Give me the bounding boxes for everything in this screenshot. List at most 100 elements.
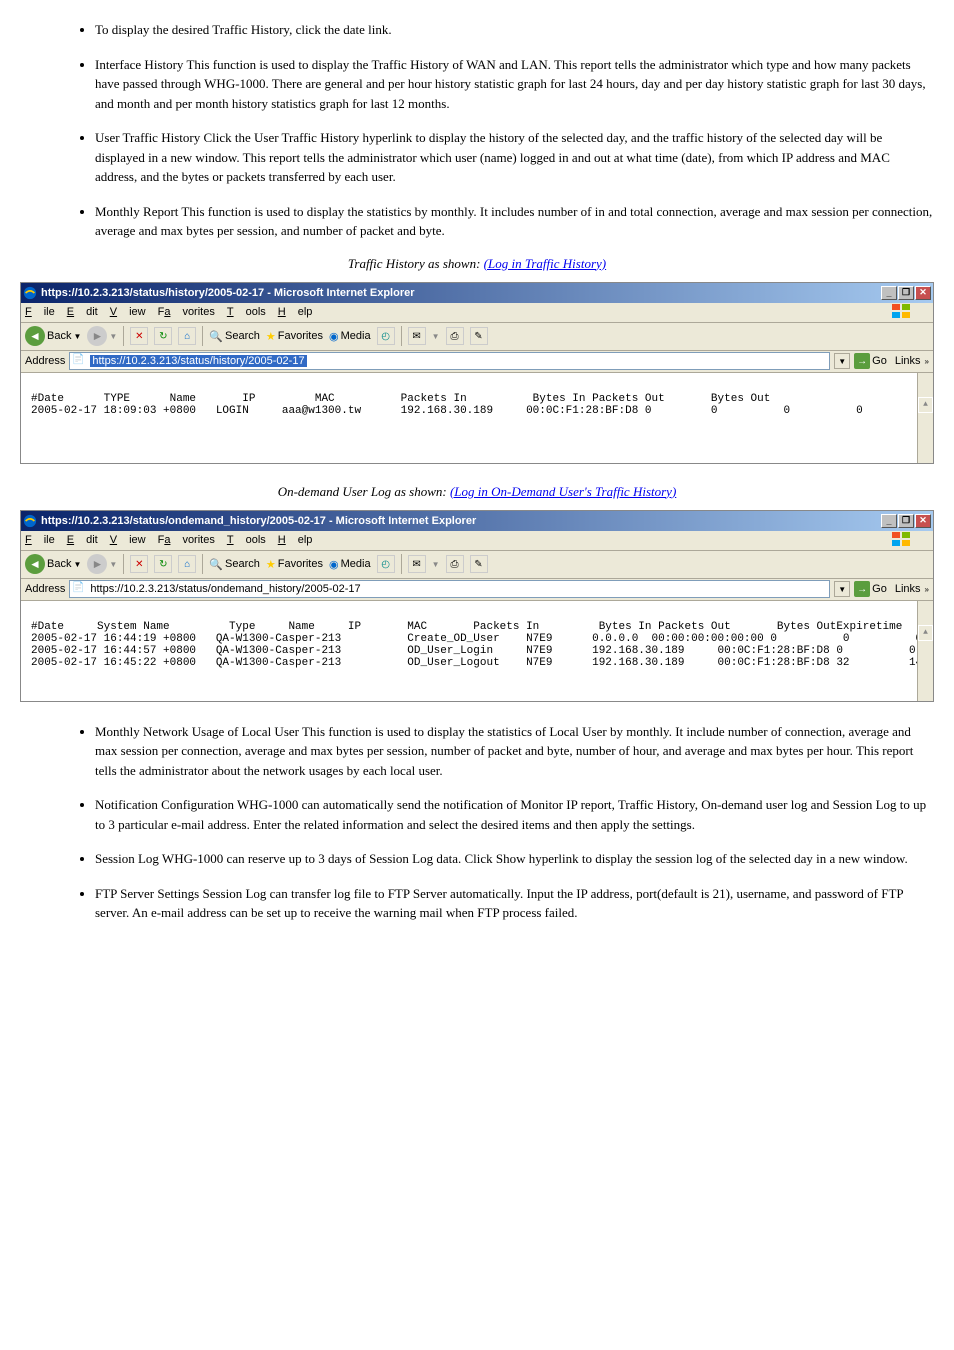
menu-tools[interactable]: Tools — [227, 306, 266, 318]
menu-file[interactable]: File — [25, 306, 55, 318]
menu-tools[interactable]: Tools — [227, 534, 266, 546]
back-button[interactable]: ◄ Back ▼ — [25, 326, 81, 346]
address-label: Address — [25, 583, 65, 595]
menubar: File Edit View Favorites Tools Help — [21, 531, 933, 551]
history-button[interactable]: ◴ — [377, 327, 395, 345]
bullet-item: Monthly Network Usage of Local User This… — [95, 722, 934, 781]
search-label: Search — [225, 330, 260, 342]
print-button[interactable]: ⎙ — [446, 327, 464, 345]
go-label: Go — [872, 355, 887, 367]
address-label: Address — [25, 355, 65, 367]
address-text: https://10.2.3.213/status/ondemand_histo… — [90, 583, 360, 595]
caption-label: Traffic History as shown: — [348, 256, 481, 271]
stop-button[interactable]: ✕ — [130, 555, 148, 573]
search-icon: 🔍 — [209, 558, 223, 571]
chevron-right-icon: » — [925, 585, 929, 594]
scrollbar[interactable]: ▲ — [917, 373, 933, 463]
separator — [401, 326, 402, 346]
address-input[interactable]: 📄 https://10.2.3.213/status/history/2005… — [69, 352, 830, 370]
windows-logo-icon — [887, 304, 917, 320]
ie-icon — [23, 286, 37, 300]
address-dropdown[interactable]: ▼ — [834, 581, 850, 597]
toolbar: ◄ Back ▼ ► ▼ ✕ ↻ ⌂ 🔍 Search ★ Favorites … — [21, 323, 933, 351]
scroll-up-icon: ▲ — [918, 625, 933, 641]
table-header: #Date TYPE Name IP MAC Packets In Bytes … — [31, 393, 770, 405]
search-button[interactable]: 🔍 Search — [209, 558, 260, 571]
menu-help[interactable]: Help — [278, 534, 313, 546]
mail-button[interactable]: ✉ — [408, 327, 426, 345]
links-button[interactable]: Links — [895, 355, 921, 367]
minimize-button[interactable]: _ — [881, 286, 897, 300]
minimize-button[interactable]: _ — [881, 514, 897, 528]
chevron-down-icon: ▼ — [109, 332, 117, 341]
mail-button[interactable]: ✉ — [408, 555, 426, 573]
search-button[interactable]: 🔍 Search — [209, 330, 260, 343]
home-button[interactable]: ⌂ — [178, 555, 196, 573]
favorites-button[interactable]: ★ Favorites — [266, 558, 323, 571]
titlebar: https://10.2.3.213/status/history/2005-0… — [21, 283, 933, 303]
favorites-button[interactable]: ★ Favorites — [266, 330, 323, 343]
separator — [123, 326, 124, 346]
address-input[interactable]: 📄 https://10.2.3.213/status/ondemand_his… — [69, 580, 830, 598]
menu-help[interactable]: Help — [278, 306, 313, 318]
toolbar: ◄ Back ▼ ► ▼ ✕ ↻ ⌂ 🔍 Search ★ Favorites … — [21, 551, 933, 579]
media-button[interactable]: ◉ Media — [329, 558, 371, 571]
close-button[interactable]: ✕ — [915, 286, 931, 300]
edit-button[interactable]: ✎ — [470, 555, 488, 573]
back-button[interactable]: ◄ Back ▼ — [25, 554, 81, 574]
menu-edit[interactable]: Edit — [67, 306, 98, 318]
print-button[interactable]: ⎙ — [446, 555, 464, 573]
window-title: https://10.2.3.213/status/ondemand_histo… — [41, 515, 881, 527]
forward-button[interactable]: ► ▼ — [87, 554, 117, 574]
menu-view[interactable]: View — [110, 306, 146, 318]
menu-favorites[interactable]: Favorites — [158, 534, 215, 546]
menu-view[interactable]: View — [110, 534, 146, 546]
stop-button[interactable]: ✕ — [130, 327, 148, 345]
go-button[interactable]: → Go — [854, 581, 887, 597]
separator — [401, 554, 402, 574]
chevron-down-icon: ▼ — [109, 560, 117, 569]
address-dropdown[interactable]: ▼ — [834, 353, 850, 369]
maximize-button[interactable]: ❐ — [898, 514, 914, 528]
chevron-right-icon: » — [925, 357, 929, 366]
forward-button[interactable]: ► ▼ — [87, 326, 117, 346]
go-label: Go — [872, 583, 887, 595]
back-label: Back — [47, 558, 71, 570]
media-icon: ◉ — [329, 330, 339, 343]
search-icon: 🔍 — [209, 330, 223, 343]
close-button[interactable]: ✕ — [915, 514, 931, 528]
maximize-button[interactable]: ❐ — [898, 286, 914, 300]
table-row: 2005-02-17 16:44:57 +0800 QA-W1300-Caspe… — [31, 645, 933, 657]
scroll-up-icon: ▲ — [918, 397, 933, 413]
titlebar: https://10.2.3.213/status/ondemand_histo… — [21, 511, 933, 531]
page-icon: 📄 — [72, 582, 86, 596]
history-button[interactable]: ◴ — [377, 555, 395, 573]
favorites-label: Favorites — [278, 558, 323, 570]
table-row: 2005-02-17 16:44:19 +0800 QA-W1300-Caspe… — [31, 633, 933, 645]
caption-link[interactable]: (Log in Traffic History) — [484, 256, 606, 271]
favorites-label: Favorites — [278, 330, 323, 342]
menubar: File Edit View Favorites Tools Help — [21, 303, 933, 323]
scrollbar[interactable]: ▲ — [917, 601, 933, 701]
edit-button[interactable]: ✎ — [470, 327, 488, 345]
menu-file[interactable]: File — [25, 534, 55, 546]
go-button[interactable]: → Go — [854, 353, 887, 369]
media-button[interactable]: ◉ Media — [329, 330, 371, 343]
back-label: Back — [47, 330, 71, 342]
menu-edit[interactable]: Edit — [67, 534, 98, 546]
refresh-button[interactable]: ↻ — [154, 327, 172, 345]
back-icon: ◄ — [25, 326, 45, 346]
ie-window-ondemand: https://10.2.3.213/status/ondemand_histo… — [20, 510, 934, 702]
bullet-item: Notification Configuration WHG-1000 can … — [95, 795, 934, 834]
bullet-item: Monthly Report This function is used to … — [95, 202, 934, 241]
refresh-button[interactable]: ↻ — [154, 555, 172, 573]
chevron-down-icon: ▼ — [73, 560, 81, 569]
address-bar: Address 📄 https://10.2.3.213/status/hist… — [21, 351, 933, 373]
home-button[interactable]: ⌂ — [178, 327, 196, 345]
address-bar: Address 📄 https://10.2.3.213/status/onde… — [21, 579, 933, 601]
table-row: 2005-02-17 18:09:03 +0800 LOGIN aaa@w130… — [31, 405, 863, 417]
links-button[interactable]: Links — [895, 583, 921, 595]
caption-link[interactable]: (Log in On-Demand User's Traffic History… — [450, 484, 676, 499]
menu-favorites[interactable]: Favorites — [158, 306, 215, 318]
ie-icon — [23, 514, 37, 528]
